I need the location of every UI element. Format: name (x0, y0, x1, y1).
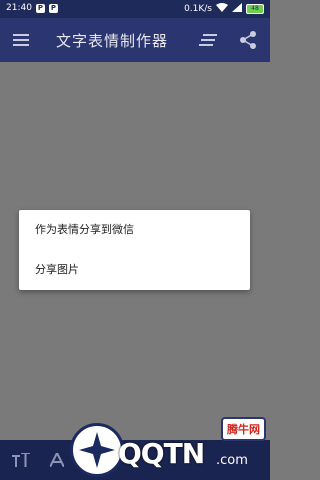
status-bar: 21:40 P P 0.1K/s 48 (0, 0, 270, 18)
battery-icon: 48 (246, 4, 264, 14)
qqtn-watermark: QQTN .com 腾牛网 (70, 413, 270, 480)
menu-icon[interactable] (10, 30, 32, 50)
status-time: 21:40 (6, 3, 32, 13)
notification-p-icon-2: P (48, 3, 58, 13)
share-image-option[interactable]: 分享图片 (19, 250, 250, 290)
wifi-icon (216, 3, 228, 15)
network-speed: 0.1K/s (184, 4, 212, 14)
share-icon[interactable] (236, 29, 260, 51)
text-align-icon[interactable] (196, 30, 220, 50)
share-dialog: 作为表情分享到微信 分享图片 (19, 210, 250, 290)
signal-icon (232, 3, 242, 15)
app-title: 文字表情制作器 (56, 32, 169, 50)
app-bar: 文字表情制作器 (0, 18, 270, 62)
qqtn-domain-text: .com (216, 453, 248, 468)
share-as-wechat-sticker-option[interactable]: 作为表情分享到微信 (19, 210, 250, 250)
tengniu-badge: 腾牛网 (221, 417, 266, 441)
notification-p-icon: P (35, 3, 45, 13)
qqtn-logo-icon (70, 423, 124, 477)
font-icon[interactable] (46, 450, 68, 470)
text-size-icon[interactable] (10, 450, 32, 470)
qqtn-brand-text: QQTN (118, 437, 205, 470)
